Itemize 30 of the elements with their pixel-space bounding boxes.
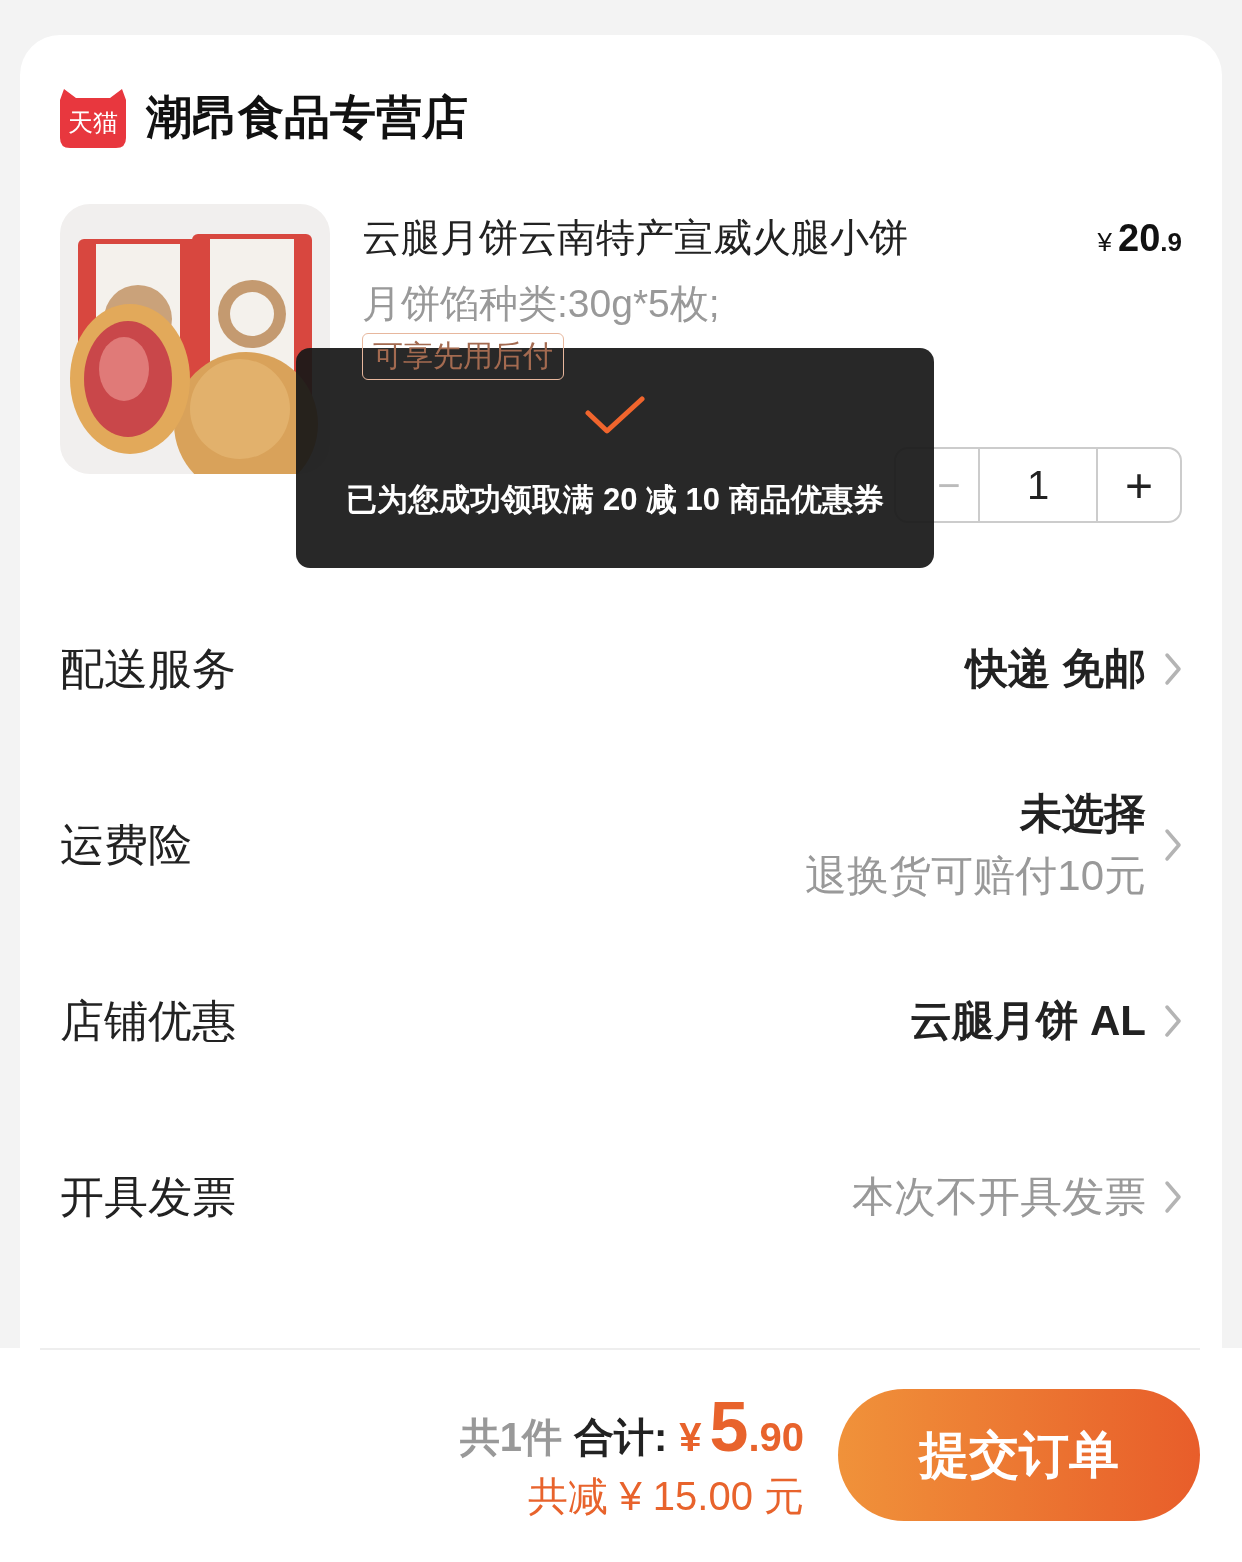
option-label: 运费险 — [60, 818, 192, 871]
tmall-badge: 天猫 — [60, 88, 126, 148]
total-label: 合计: — [573, 1413, 668, 1461]
item-count: 共1件 — [459, 1413, 562, 1461]
option-value: 本次不开具发票 — [852, 1172, 1146, 1222]
toast-text: 已为您成功领取满 20 减 10 商品优惠券 — [346, 481, 884, 519]
option-label: 配送服务 — [60, 642, 236, 695]
quantity-field[interactable]: 1 — [978, 449, 1098, 521]
plus-button[interactable]: + — [1098, 449, 1180, 521]
pay-later-tag: 可享先用后付 — [362, 333, 564, 380]
option-value-link[interactable]: 云腿月饼 AL — [910, 993, 1182, 1049]
option-value: 未选择 — [1018, 789, 1146, 839]
chevron-right-icon — [1164, 828, 1182, 862]
product-spec: 月饼馅种类:30g*5枚; — [362, 281, 721, 327]
checkmark-icon — [585, 395, 645, 435]
discount-total: 共减 ¥ 15.00 元 — [527, 1472, 804, 1520]
shop-name[interactable]: 潮昂食品专营店 — [146, 87, 468, 149]
chevron-right-icon — [1164, 1004, 1182, 1038]
option-label: 店铺优惠 — [60, 994, 236, 1047]
option-value: 云腿月饼 AL — [910, 996, 1146, 1046]
total-amount: ¥5.90 — [679, 1386, 804, 1467]
option-value-link[interactable]: 快递 免邮 — [966, 641, 1182, 697]
option-note: 退换货可赔付10元 — [805, 851, 1146, 901]
chevron-right-icon — [1164, 1180, 1182, 1214]
product-title: 云腿月饼云南特产宣威火腿小饼 — [362, 215, 908, 261]
option-value: 快递 免邮 — [966, 644, 1146, 694]
option-value-link[interactable]: 未选择 退换货可赔付10元 — [805, 786, 1182, 904]
option-label: 开具发票 — [60, 1170, 236, 1223]
chevron-right-icon — [1164, 652, 1182, 686]
product-price: ¥20.9 — [1097, 217, 1182, 260]
